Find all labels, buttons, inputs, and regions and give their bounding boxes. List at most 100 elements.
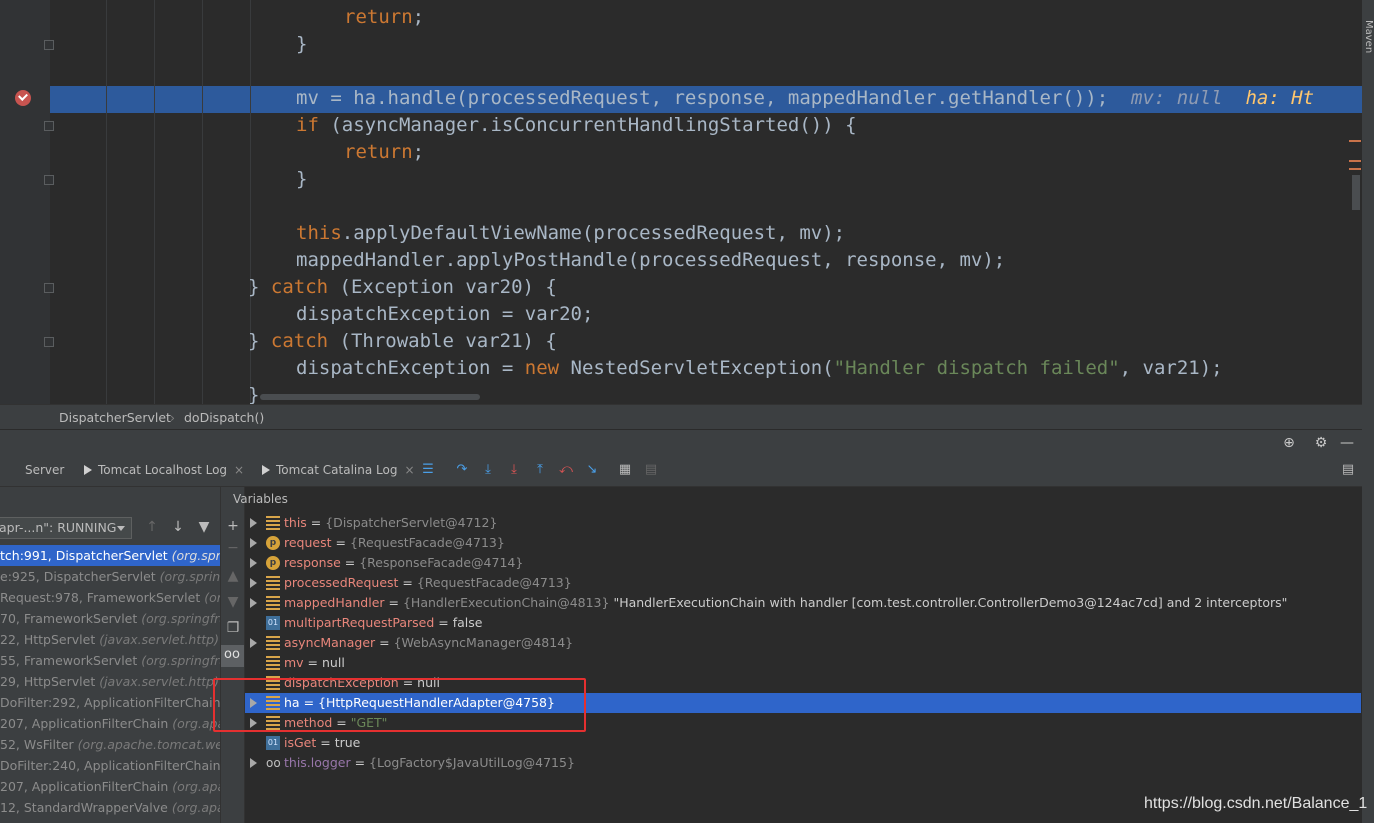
trace-icon[interactable]: ▤	[643, 462, 659, 478]
variable-value: {ResponseFacade@4714}	[359, 555, 524, 570]
frame-row[interactable]: DoFilter:240, ApplicationFilterChain (or	[0, 755, 220, 776]
close-icon[interactable]: ×	[234, 463, 244, 477]
code-editor[interactable]: return; } mv = ha.handle(processedReques…	[0, 0, 1362, 404]
frame-row[interactable]: e:925, DispatcherServlet (org.springfr	[0, 566, 220, 587]
filter-icon[interactable]: ▼	[196, 519, 212, 535]
step-over-icon[interactable]: ↷	[454, 462, 470, 478]
frame-class: (javax.servlet.http)	[99, 674, 219, 689]
gear-icon[interactable]: ⚙	[1313, 435, 1329, 451]
arrow-down-icon[interactable]: ↓	[170, 519, 186, 535]
copy-icon[interactable]: ❐	[225, 620, 241, 636]
watermark: https://blog.csdn.net/Balance_1	[1144, 795, 1368, 812]
breadcrumb-method[interactable]: doDispatch()	[184, 410, 264, 425]
frame-method: e:925, DispatcherServlet	[0, 569, 156, 584]
expand-arrow-icon[interactable]	[250, 518, 257, 528]
editor-vertical-scrollbar[interactable]	[1352, 175, 1360, 210]
frame-class: (org.springfr	[159, 569, 220, 584]
frame-row[interactable]: 207, ApplicationFilterChain (org.apach	[0, 776, 220, 797]
variable-row[interactable]: asyncManager = {WebAsyncManager@4814}	[245, 633, 1361, 653]
frames-panel: apr-...n": RUNNING ↑ ↓ ▼ tch:991, Dispat…	[0, 487, 220, 823]
param-icon: p	[266, 536, 280, 550]
variable-row[interactable]: oo this.logger = {LogFactory$JavaUtilLog@…	[245, 753, 1361, 773]
variable-value: null	[322, 655, 345, 670]
move-down-icon[interactable]: ▼	[225, 594, 241, 610]
variable-row[interactable]: p response = {ResponseFacade@4714}	[245, 553, 1361, 573]
expand-arrow-icon[interactable]	[250, 638, 257, 648]
drop-frame-icon[interactable]: ⤺	[558, 462, 574, 478]
frame-row[interactable]: 29, HttpServlet (javax.servlet.http)	[0, 671, 220, 692]
variable-value: {RequestFacade@4713}	[349, 535, 505, 550]
frame-row[interactable]: 55, FrameworkServlet (org.springfram	[0, 650, 220, 671]
variable-name: this.logger	[284, 755, 351, 770]
variable-name: this	[284, 515, 307, 530]
menu-icon[interactable]: ☰	[420, 462, 436, 478]
variable-value: {DispatcherServlet@4712}	[325, 515, 498, 530]
tab-tomcat-catalina-log[interactable]: Tomcat Catalina Log ×	[262, 463, 415, 477]
remove-watch-icon[interactable]: −	[225, 540, 241, 556]
expand-arrow-icon[interactable]	[250, 538, 257, 548]
variable-row[interactable]: mappedHandler = {HandlerExecutionChain@4…	[245, 593, 1361, 613]
crosshair-icon[interactable]: ⊕	[1281, 435, 1297, 451]
variables-tree: this = {DispatcherServlet@4712} p request …	[245, 513, 1361, 823]
breakpoint-icon[interactable]	[15, 90, 31, 106]
frame-row[interactable]: DoFilter:292, ApplicationFilterChain (or	[0, 692, 220, 713]
frame-method: Request:978, FrameworkServlet	[0, 590, 201, 605]
expand-arrow-icon[interactable]	[250, 558, 257, 568]
evaluate-expression-icon[interactable]: ▦	[617, 462, 633, 478]
glasses-icon: oo	[266, 756, 281, 770]
move-up-icon[interactable]: ▲	[225, 568, 241, 584]
param-icon: p	[266, 556, 280, 570]
force-step-into-icon[interactable]: ⤓	[506, 462, 522, 478]
editor-gutter[interactable]	[0, 0, 54, 404]
variable-row[interactable]: processedRequest = {RequestFacade@4713}	[245, 573, 1361, 593]
minimize-icon[interactable]: —	[1339, 435, 1355, 451]
variable-name: request	[284, 535, 332, 550]
log-icon	[84, 465, 92, 475]
variable-row[interactable]: p request = {RequestFacade@4713}	[245, 533, 1361, 553]
frame-method: 207, ApplicationFilterChain	[0, 716, 169, 731]
add-watch-icon[interactable]: +	[225, 518, 241, 534]
frame-row[interactable]: 207, ApplicationFilterChain (org.apach	[0, 713, 220, 734]
frame-row[interactable]: tch:991, DispatcherServlet (org.springfr	[0, 545, 220, 566]
inline-value-hint-mv: mv: null	[1131, 87, 1223, 109]
variable-row[interactable]: this = {DispatcherServlet@4712}	[245, 513, 1361, 533]
variable-name: processedRequest	[284, 575, 399, 590]
step-into-icon[interactable]: ⤓	[480, 462, 496, 478]
arrow-up-icon[interactable]: ↑	[144, 519, 160, 535]
frame-method: DoFilter:292, ApplicationFilterChain	[0, 695, 220, 710]
frame-row[interactable]: 70, FrameworkServlet (org.springfram	[0, 608, 220, 629]
expand-arrow-icon[interactable]	[250, 758, 257, 768]
maven-tool-window-button[interactable]: Maven	[1363, 20, 1374, 53]
variable-value: {RequestFacade@4713}	[416, 575, 572, 590]
variable-value: {WebAsyncManager@4814}	[393, 635, 574, 650]
tab-tomcat-localhost-log[interactable]: Tomcat Localhost Log ×	[84, 463, 244, 477]
field-icon	[266, 516, 280, 530]
frame-row[interactable]: Request:978, FrameworkServlet (org.sp	[0, 587, 220, 608]
expand-arrow-icon[interactable]	[250, 578, 257, 588]
run-to-cursor-icon[interactable]: ↘	[584, 462, 600, 478]
frame-class: (org.springfram	[141, 653, 220, 668]
variable-row[interactable]: 01 multipartRequestParsed = false	[245, 613, 1361, 633]
layout-icon[interactable]: ▤	[1340, 462, 1356, 478]
frame-class: (org.apache.tomcat.webso	[77, 737, 220, 752]
thread-dropdown[interactable]: apr-...n": RUNNING	[0, 517, 132, 539]
editor-horizontal-scrollbar[interactable]	[260, 394, 480, 400]
frame-row[interactable]: 52, WsFilter (org.apache.tomcat.webso	[0, 734, 220, 755]
frame-method: 29, HttpServlet	[0, 674, 96, 689]
show-watches-icon[interactable]: oo	[221, 645, 244, 667]
frame-row[interactable]: 22, HttpServlet (javax.servlet.http)	[0, 629, 220, 650]
tab-server[interactable]: Server	[25, 463, 64, 477]
step-out-icon[interactable]: ⤒	[532, 462, 548, 478]
breadcrumb-class[interactable]: DispatcherServlet	[59, 410, 171, 425]
variable-row[interactable]: 01 isGet = true	[245, 733, 1361, 753]
frame-row[interactable]: 12, StandardWrapperValve (org.apac	[0, 797, 220, 818]
expand-arrow-icon[interactable]	[250, 598, 257, 608]
bool-icon: 01	[266, 736, 280, 750]
variable-row[interactable]: mv = null	[245, 653, 1361, 673]
debug-tool-window-header: ⊕ ⚙ —	[0, 429, 1362, 454]
field-icon	[266, 636, 280, 650]
variable-name: asyncManager	[284, 635, 376, 650]
variable-name: mappedHandler	[284, 595, 385, 610]
frame-class: (org.apach	[172, 779, 220, 794]
close-icon[interactable]: ×	[404, 463, 414, 477]
